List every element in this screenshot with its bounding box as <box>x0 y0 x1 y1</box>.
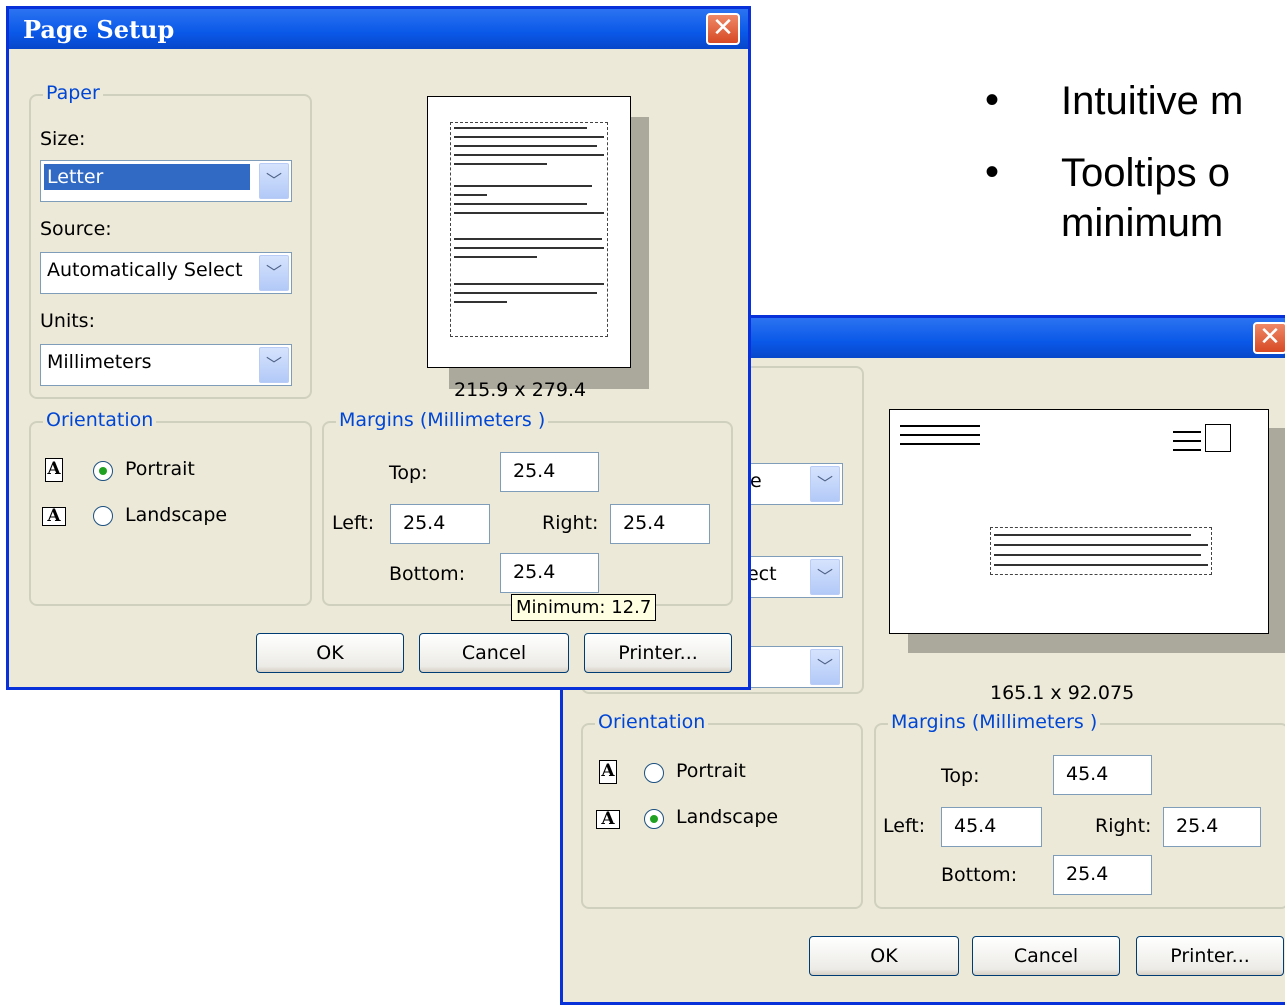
top-margin-input[interactable]: 25.4 <box>500 452 599 492</box>
size-select[interactable]: Letter ﹀ <box>40 160 292 202</box>
portrait-icon: A <box>599 760 617 784</box>
top-margin-value: 25.4 <box>513 460 556 482</box>
bullet-dot: • <box>985 150 1000 194</box>
chevron-down-icon[interactable]: ﹀ <box>259 347 289 383</box>
size-select-value: Letter <box>44 164 250 190</box>
bottom-label: Bottom: <box>389 563 466 585</box>
right-label: Right: <box>542 512 599 534</box>
left-margin-value: 45.4 <box>954 815 997 837</box>
orientation-group-label: Orientation <box>43 409 157 431</box>
ok-button[interactable]: OK <box>256 633 404 673</box>
bottom-margin-input[interactable]: 25.4 <box>500 553 599 593</box>
left-label: Left: <box>883 815 926 837</box>
bottom-margin-input[interactable]: 25.4 <box>1053 855 1152 895</box>
margins-group-label: Margins (Millimeters ) <box>336 409 549 431</box>
bottom-margin-value: 25.4 <box>513 561 556 583</box>
close-button[interactable]: ✕ <box>1253 322 1285 354</box>
units-select[interactable]: Millimeters ﹀ <box>40 344 292 386</box>
margins-group-label: Margins (Millimeters ) <box>888 711 1101 733</box>
right-label: Right: <box>1095 815 1152 837</box>
close-icon: ✕ <box>712 13 734 43</box>
paper-preview <box>427 96 631 368</box>
units-label: Units: <box>40 310 95 332</box>
paper-dimensions: 215.9 x 279.4 <box>454 379 587 401</box>
close-icon: ✕ <box>1259 322 1281 352</box>
printer-button[interactable]: Printer... <box>584 633 732 673</box>
size-label: Size: <box>40 128 86 150</box>
portrait-radio[interactable] <box>644 763 664 783</box>
right-margin-value: 25.4 <box>1176 815 1219 837</box>
printer-button[interactable]: Printer... <box>1136 936 1284 976</box>
landscape-radio[interactable] <box>93 506 113 526</box>
landscape-label[interactable]: Landscape <box>676 806 778 828</box>
left-margin-value: 25.4 <box>403 512 446 534</box>
landscape-icon: A <box>42 507 66 526</box>
stamp-icon <box>1205 424 1231 452</box>
preview-text-block <box>990 527 1212 575</box>
chevron-down-icon[interactable]: ﹀ <box>259 255 289 291</box>
source-select[interactable]: Automatically Select ﹀ <box>40 252 292 294</box>
source-select-value: Automatically Select <box>47 259 243 281</box>
portrait-icon: A <box>45 458 63 482</box>
close-button[interactable]: ✕ <box>706 13 740 45</box>
bullet-text: Intuitive m <box>1061 79 1244 123</box>
cancel-button[interactable]: Cancel <box>972 936 1120 976</box>
envelope-preview <box>889 409 1269 634</box>
bullet-dot: • <box>985 78 1000 122</box>
source-label: Source: <box>40 218 112 240</box>
top-label: Top: <box>941 765 980 787</box>
minimum-tooltip: Minimum: 12.7 <box>511 594 657 621</box>
bullet-text: Tooltips o <box>1061 151 1230 195</box>
cancel-button[interactable]: Cancel <box>419 633 569 673</box>
chevron-down-icon[interactable]: ﹀ <box>810 649 840 685</box>
orientation-group-label: Orientation <box>595 711 709 733</box>
top-margin-value: 45.4 <box>1066 763 1109 785</box>
right-margin-input[interactable]: 25.4 <box>610 504 710 544</box>
bullet-text: minimum <box>1061 201 1224 245</box>
left-label: Left: <box>332 512 375 534</box>
ok-button[interactable]: OK <box>809 936 959 976</box>
bottom-label: Bottom: <box>941 864 1018 886</box>
portrait-label[interactable]: Portrait <box>125 458 195 480</box>
landscape-icon: A <box>596 810 620 829</box>
portrait-radio[interactable] <box>93 461 113 481</box>
top-label: Top: <box>389 462 428 484</box>
chevron-down-icon[interactable]: ﹀ <box>810 466 840 502</box>
left-margin-input[interactable]: 45.4 <box>941 807 1042 847</box>
paper-dimensions: 165.1 x 92.075 <box>990 682 1135 704</box>
right-margin-value: 25.4 <box>623 512 666 534</box>
page-setup-dialog-portrait: Page Setup ✕ Paper Size: Letter ﹀ Source… <box>6 6 751 690</box>
right-margin-input[interactable]: 25.4 <box>1163 807 1261 847</box>
left-margin-input[interactable]: 25.4 <box>390 504 490 544</box>
paper-group-label: Paper <box>43 82 103 104</box>
preview-text-block <box>450 122 608 337</box>
units-select-value: Millimeters <box>47 351 152 373</box>
portrait-label[interactable]: Portrait <box>676 760 746 782</box>
landscape-radio[interactable] <box>644 809 664 829</box>
landscape-label[interactable]: Landscape <box>125 504 227 526</box>
bottom-margin-value: 25.4 <box>1066 863 1109 885</box>
dialog-title: Page Setup <box>23 15 175 44</box>
chevron-down-icon[interactable]: ﹀ <box>259 163 289 199</box>
top-margin-input[interactable]: 45.4 <box>1053 755 1152 795</box>
chevron-down-icon[interactable]: ﹀ <box>810 559 840 595</box>
dialog-titlebar: Page Setup ✕ <box>9 9 748 49</box>
